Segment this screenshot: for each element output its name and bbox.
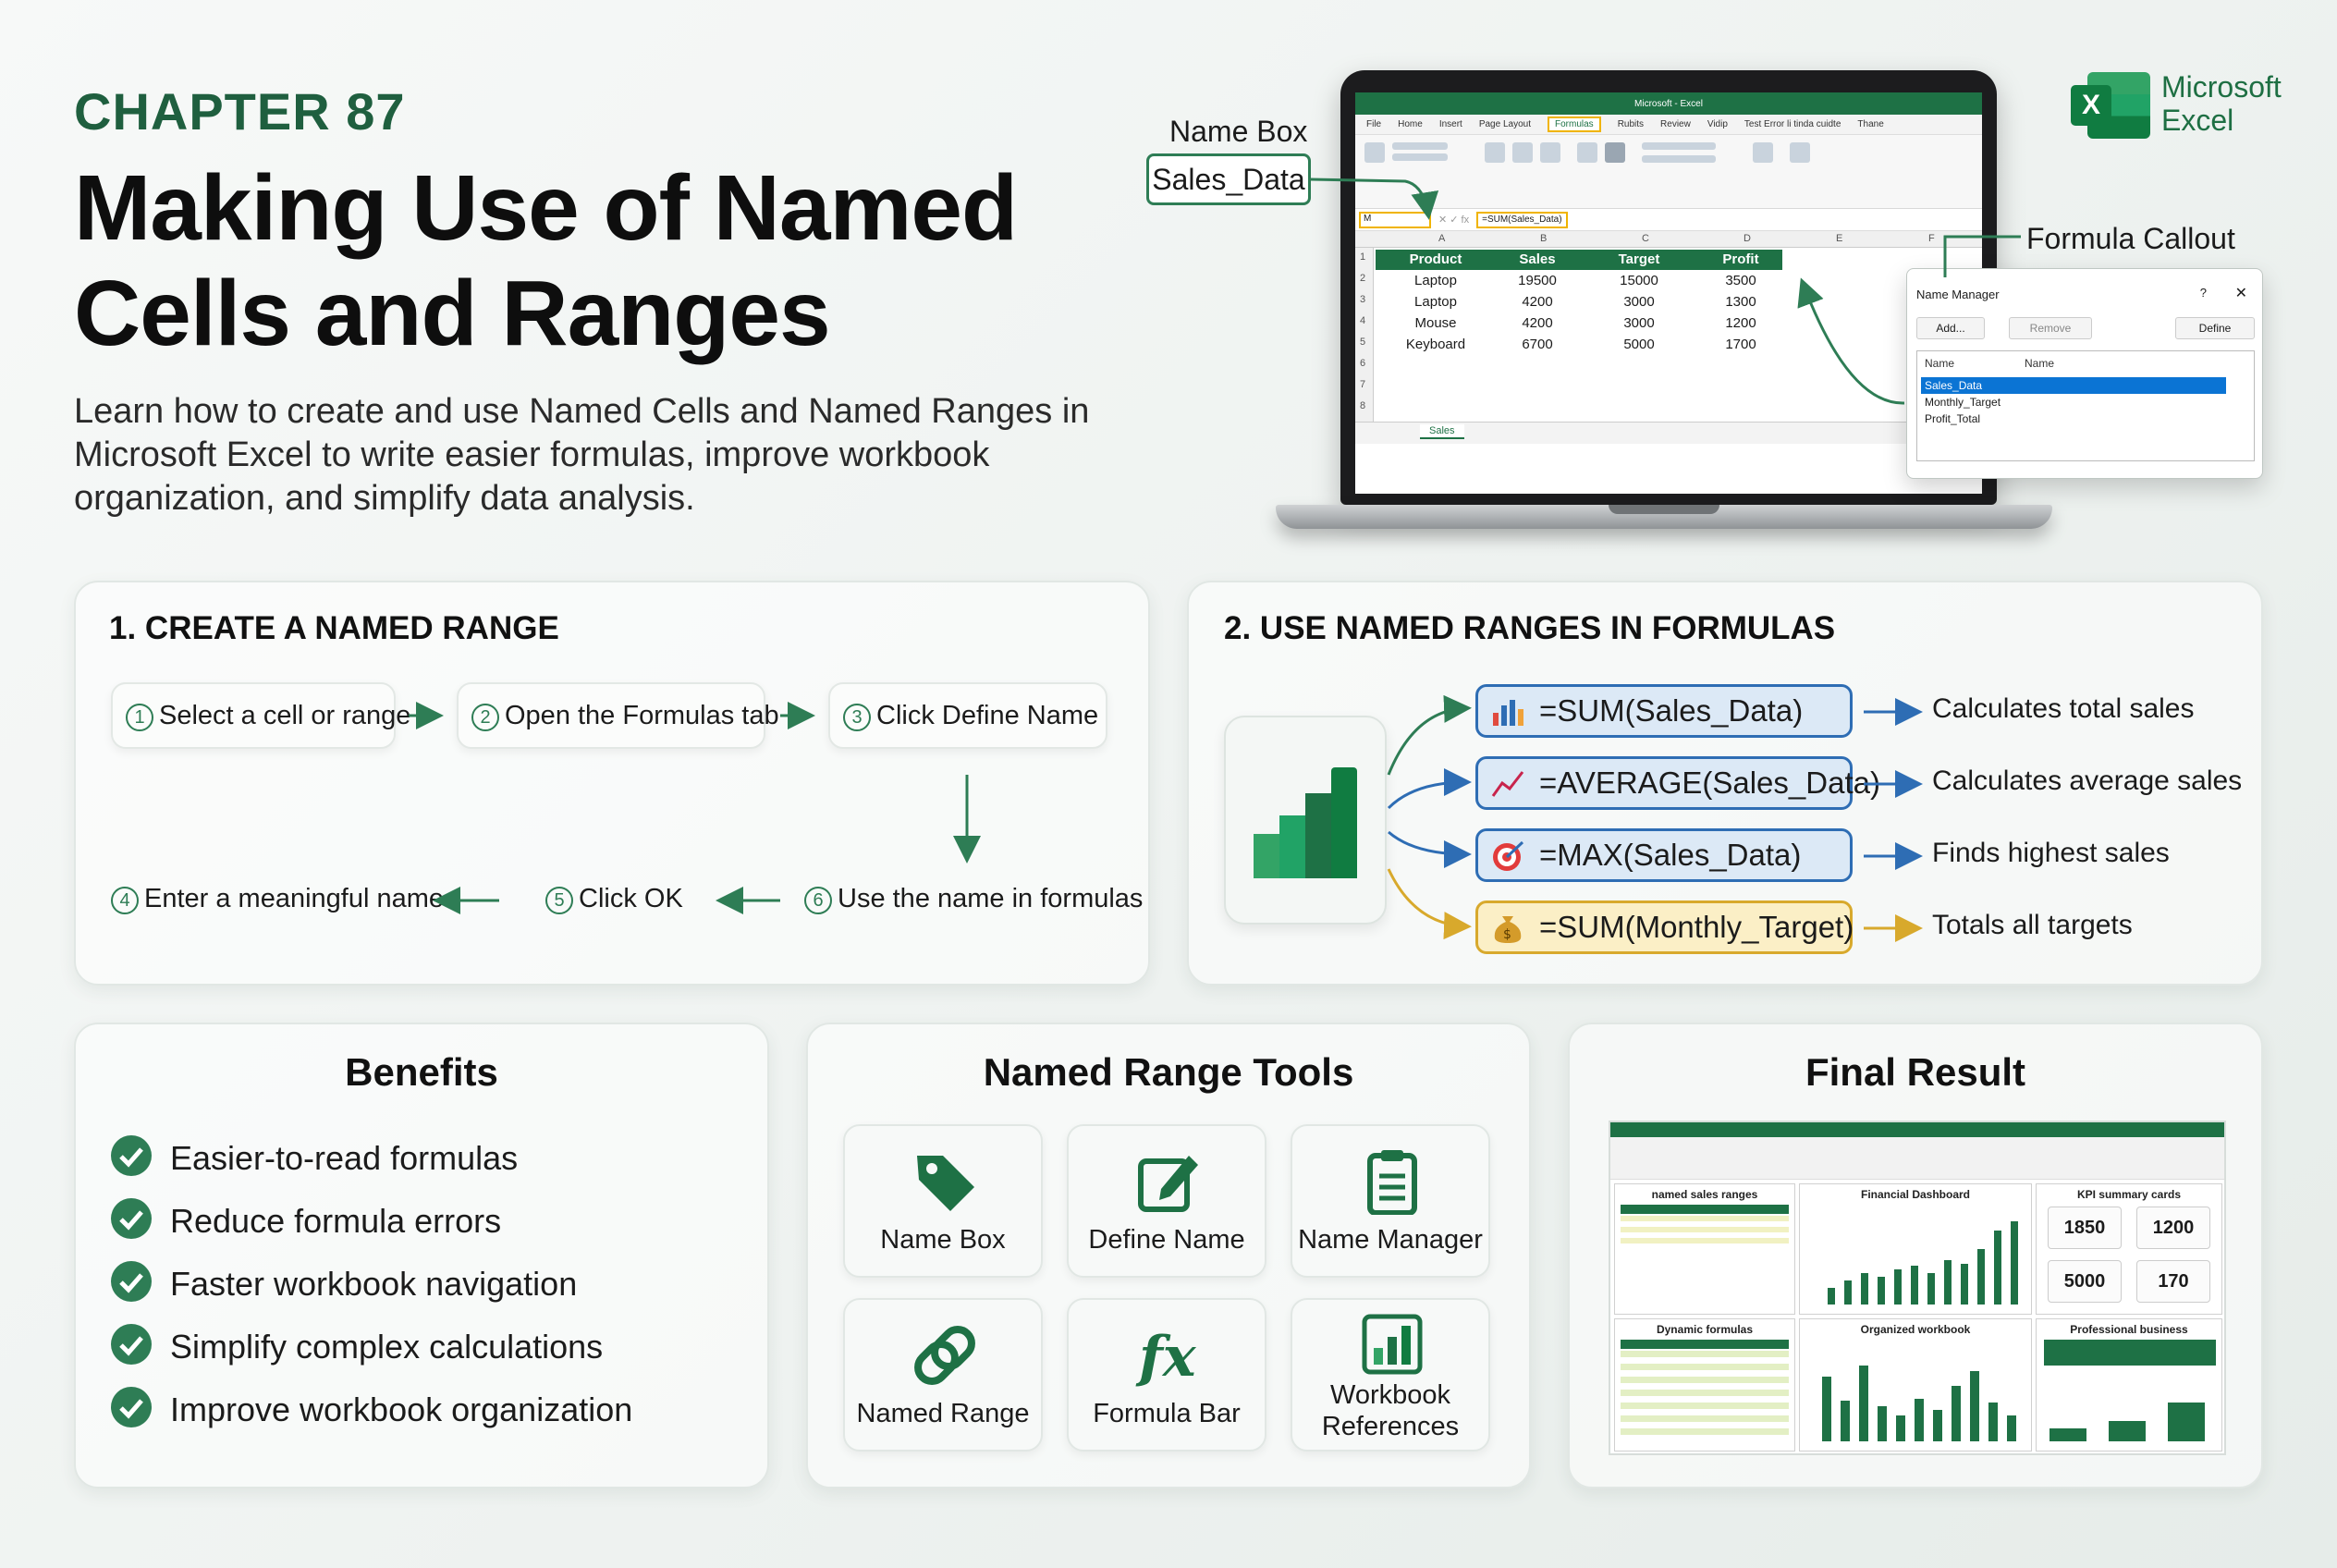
tool-name-manager[interactable]: Name Manager [1291, 1124, 1490, 1278]
tool-named-range[interactable]: Named Range [843, 1298, 1043, 1452]
dashboard-bar-chart [1822, 1366, 2016, 1441]
check-icon [111, 1387, 152, 1427]
tools-heading: Named Range Tools [983, 1050, 1354, 1094]
tool-formula-bar[interactable]: fx Formula Bar [1067, 1298, 1266, 1452]
final-heading: Final Result [1805, 1050, 2026, 1094]
link-icon [914, 1326, 975, 1385]
dashboard-bar-chart [2049, 1403, 2205, 1441]
benefit-item: Faster workbook navigation [111, 1261, 577, 1304]
benefit-item: Easier-to-read formulas [111, 1135, 518, 1178]
clipboard-icon [1367, 1150, 1417, 1215]
benefit-item: Improve workbook organization [111, 1387, 632, 1429]
fx-icon: fx [1135, 1325, 1197, 1389]
benefit-item: Simplify complex calculations [111, 1324, 603, 1366]
chart-icon [1362, 1314, 1423, 1375]
tool-workbook-references[interactable]: Workbook References [1291, 1298, 1490, 1452]
kpi-value: 1850 [2048, 1207, 2122, 1249]
svg-text:fx: fx [1135, 1325, 1197, 1389]
benefits-heading: Benefits [345, 1050, 498, 1094]
tool-label: Workbook References [1321, 1380, 1460, 1441]
check-icon [111, 1135, 152, 1176]
tag-icon [917, 1156, 974, 1211]
dashboard-card: named sales ranges [1614, 1183, 1795, 1315]
dashboard-card: Organized workbook [1799, 1318, 2032, 1452]
tool-name-box[interactable]: Name Box [843, 1124, 1043, 1278]
dashboard-card: Dynamic formulas [1614, 1318, 1795, 1452]
dashboard-card: Financial Dashboard [1799, 1183, 2032, 1315]
tool-label: Formula Bar [1093, 1399, 1241, 1428]
tool-label: Named Range [856, 1399, 1030, 1428]
tool-label: Name Box [880, 1225, 1006, 1255]
check-icon [111, 1198, 152, 1239]
tool-define-name[interactable]: Define Name [1067, 1124, 1266, 1278]
tool-label: Define Name [1088, 1225, 1245, 1255]
tool-label: Name Manager [1298, 1225, 1483, 1255]
dashboard-card: KPI summary cards 1850 1200 5000 170 [2036, 1183, 2222, 1315]
dashboard-bar-chart [1828, 1221, 2018, 1305]
check-icon [111, 1261, 152, 1302]
check-icon [111, 1324, 152, 1365]
benefit-item: Reduce formula errors [111, 1198, 501, 1241]
dashboard-card: Professional business [2036, 1318, 2222, 1452]
edit-icon [1138, 1156, 1198, 1212]
kpi-value: 5000 [2048, 1260, 2122, 1303]
kpi-value: 170 [2136, 1260, 2210, 1303]
kpi-value: 1200 [2136, 1207, 2210, 1249]
final-dashboard-screenshot: named sales ranges Financial Dashboard K… [1609, 1121, 2226, 1455]
